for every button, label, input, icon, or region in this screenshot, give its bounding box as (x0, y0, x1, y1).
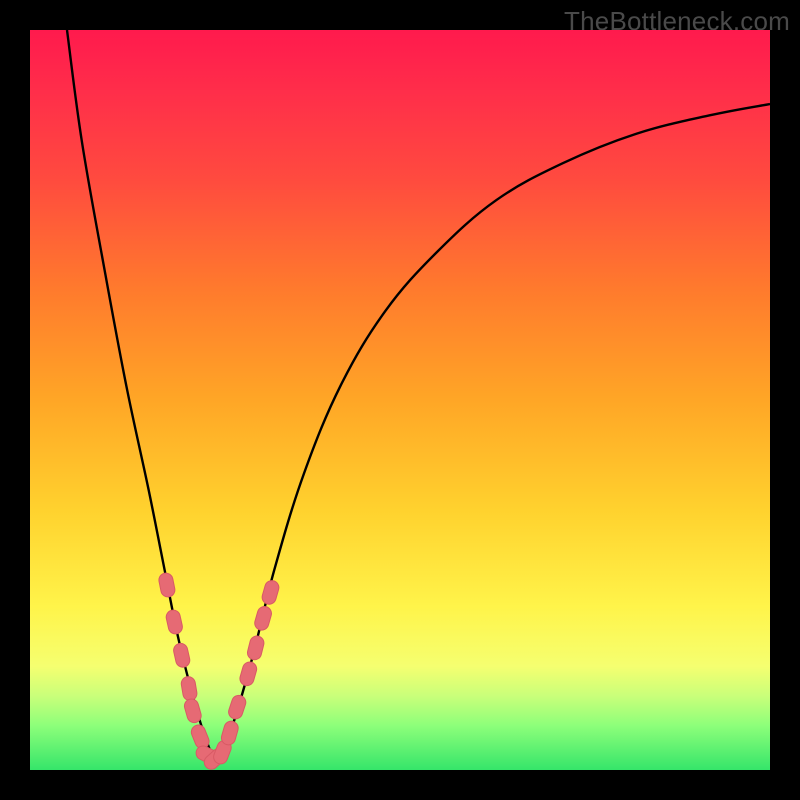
highlighted-points (158, 572, 281, 770)
marker-pill (158, 572, 176, 598)
marker-pill (172, 642, 191, 668)
marker-pill (253, 605, 273, 632)
marker-pill (246, 635, 265, 662)
plot-area (30, 30, 770, 770)
chart-frame: TheBottleneck.com (0, 0, 800, 800)
curve-svg (30, 30, 770, 770)
bottleneck-curve (67, 30, 770, 755)
marker-pill (180, 676, 198, 702)
marker-pill (227, 694, 248, 721)
marker-pill (220, 720, 240, 747)
marker-pill (165, 609, 184, 635)
marker-pill (260, 579, 280, 606)
marker-pill (238, 660, 258, 687)
marker-pill (183, 697, 203, 724)
